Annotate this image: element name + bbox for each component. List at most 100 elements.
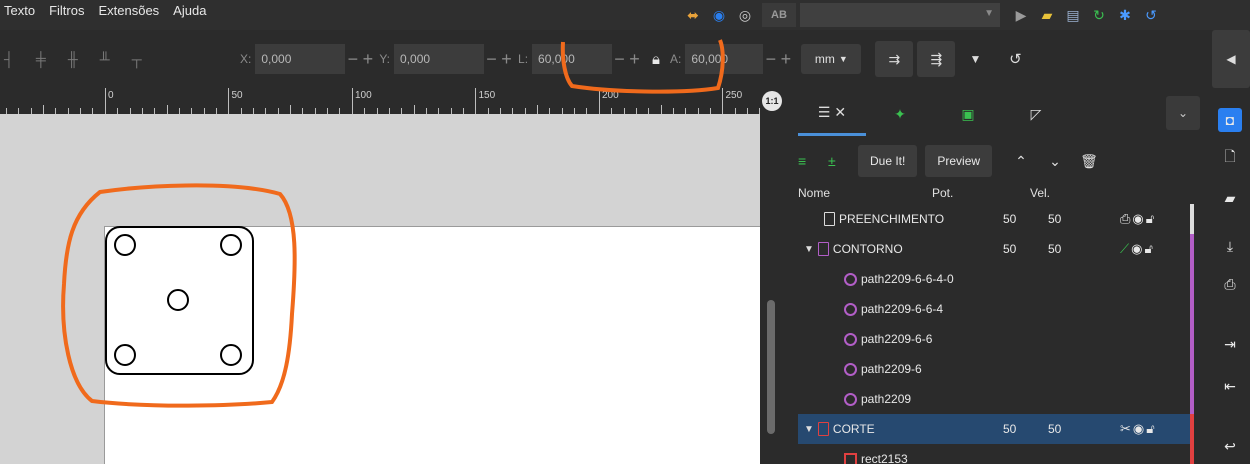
object-row[interactable]: rect2153 [798,444,1194,464]
cut-mode-icon[interactable]: ✂ [1120,421,1131,437]
import-icon[interactable]: ⇥ [1218,332,1242,356]
expand-icon[interactable]: ▼ [804,424,814,435]
add-layer-icon[interactable]: ± [828,153,850,169]
plugin-icon[interactable]: ◘ [1218,108,1242,132]
x-field[interactable]: 0,000 [255,44,346,74]
y-field[interactable]: 0,000 [394,44,485,74]
unlock-icon[interactable]: 🔓︎ [1146,421,1154,437]
tab-tools[interactable]: ✦ [866,92,934,136]
dropdown-icon[interactable]: ▼ [955,52,995,66]
width-stepper[interactable]: − + [612,49,642,70]
zoom-ratio-icon[interactable]: 1:1 [762,91,782,111]
settings-icon[interactable]: ✱ [1112,2,1138,28]
delete-icon[interactable]: 🗑︎ [1076,153,1102,170]
path-icon [844,302,857,316]
text-style-button[interactable]: AB [762,3,796,27]
layer-row[interactable]: PREENCHIMENTO 50 50 ⎙ ◉ 🔓︎ [798,204,1194,234]
hole-top-left[interactable] [114,234,136,256]
connect-icon[interactable]: ◉ [706,2,732,28]
layer-color-stripe [1190,444,1194,464]
row-pot[interactable]: 50 [1003,422,1016,436]
distribute-icon[interactable]: ╫ [68,51,78,67]
row-vel[interactable]: 50 [1048,422,1061,436]
x-stepper[interactable]: − + [345,49,375,70]
width-field[interactable]: 60,000 [532,44,613,74]
new-file-icon[interactable]: 🗋︎ [1218,146,1242,170]
undo-top-icon[interactable]: ↺ [1138,2,1164,28]
hole-top-right[interactable] [220,234,242,256]
align-bottom-icon[interactable]: ╨ [100,51,110,67]
save-icon[interactable]: ⤓ [1218,234,1242,258]
menu-texto[interactable]: Texto [4,3,35,18]
preview-button[interactable]: Preview [925,145,993,177]
visibility-icon[interactable]: ◉ [1133,421,1144,437]
undo-icon[interactable]: ↩ [1218,434,1242,458]
row-vel[interactable]: 50 [1048,212,1061,226]
line-mode-icon[interactable]: ⟋ [1120,241,1129,257]
visibility-icon[interactable]: ◉ [1131,241,1142,257]
visibility-icon[interactable]: ◉ [1132,211,1143,227]
unlock-icon[interactable]: 🔓︎ [1144,241,1152,257]
rotate-icon[interactable]: ↺ [995,50,1035,68]
expand-icon[interactable]: ▼ [804,244,814,255]
move-end-icon[interactable]: ⇶ [917,41,956,77]
move-down-icon[interactable]: ⌄ [1042,153,1068,170]
menu-filtros[interactable]: Filtros [49,3,84,18]
menu-ajuda[interactable]: Ajuda [173,3,206,18]
font-combo[interactable]: ▼ [800,3,1000,27]
open-folder-icon[interactable]: ▰ [1034,2,1060,28]
object-row[interactable]: path2209-6-6 [798,324,1194,354]
row-name: rect2153 [844,452,908,464]
refresh-icon[interactable]: ↻ [1086,2,1112,28]
usb-icon[interactable]: ⬌ [680,2,706,28]
tab-edit[interactable]: ◸ [1002,92,1070,136]
vertical-scrollbar[interactable] [760,114,782,464]
height-stepper[interactable]: − + [763,49,793,70]
unit-select[interactable]: mm ▼ [801,44,862,74]
layer-list: PREENCHIMENTO 50 50 ⎙ ◉ 🔓︎ ▼ CONTORNO 50 50 ⟋ ◉ 🔓︎ pa… [798,204,1194,464]
laser-icon: ✦ [894,105,906,122]
row-name: path2209 [844,392,911,406]
lock-icon[interactable]: 🔒︎ [642,51,670,68]
row-vel[interactable]: 50 [1048,242,1061,256]
collapse-left-icon[interactable]: ◀ [1212,30,1250,88]
scrollbar-thumb[interactable] [767,300,775,434]
hole-bottom-right[interactable] [220,344,242,366]
column-headers: Nome Pot. Vel. [798,186,1198,204]
print-icon[interactable]: ⎙ [1218,272,1242,296]
path-icon [844,362,857,376]
align-top-icon[interactable]: ┬ [132,51,142,67]
gauge-icon[interactable]: ◎ [732,2,758,28]
align-center-icon[interactable]: ╪ [36,51,46,67]
y-stepper[interactable]: − + [484,49,514,70]
object-row[interactable]: path2209-6 [798,354,1194,384]
unlock-icon[interactable]: 🔓︎ [1146,211,1154,227]
menu-extensoes[interactable]: Extensões [98,3,159,18]
document-icon[interactable]: ▤ [1060,2,1086,28]
object-row[interactable]: path2209-6-6-4-0 [798,264,1194,294]
play-icon[interactable]: ▶ [1008,2,1034,28]
row-pot[interactable]: 50 [1003,242,1016,256]
canvas[interactable] [0,114,760,464]
tab-layers[interactable]: ☰ ✕ [798,92,866,136]
due-it-button[interactable]: Due It! [858,145,918,177]
object-row[interactable]: path2209-6-6-4 [798,294,1194,324]
align-left-icon[interactable]: ┤ [4,51,14,67]
hole-center[interactable] [167,289,189,311]
object-row[interactable]: path2209 [798,384,1194,414]
row-label: rect2153 [861,452,908,464]
hole-bottom-left[interactable] [114,344,136,366]
rect2153-shape[interactable] [105,226,254,375]
open-icon[interactable]: ▰ [1218,186,1242,210]
export-icon[interactable]: ⇤ [1218,374,1242,398]
layer-list-icon[interactable]: ≡ [798,153,820,169]
move-up-icon[interactable]: ⌃ [1008,153,1034,170]
move-next-icon[interactable]: ⇉ [875,41,914,77]
layer-row[interactable]: ▼ CONTORNO 50 50 ⟋ ◉ 🔓︎ [798,234,1194,264]
fill-mode-icon[interactable]: ⎙ [1120,211,1130,227]
row-pot[interactable]: 50 [1003,212,1016,226]
tab-image[interactable]: ▣ [934,92,1002,136]
layer-row[interactable]: ▼ CORTE 50 50 ✂ ◉ 🔓︎ [798,414,1194,444]
chevron-down-icon[interactable]: ⌄ [1166,96,1200,130]
height-field[interactable]: 60,000 [685,44,764,74]
